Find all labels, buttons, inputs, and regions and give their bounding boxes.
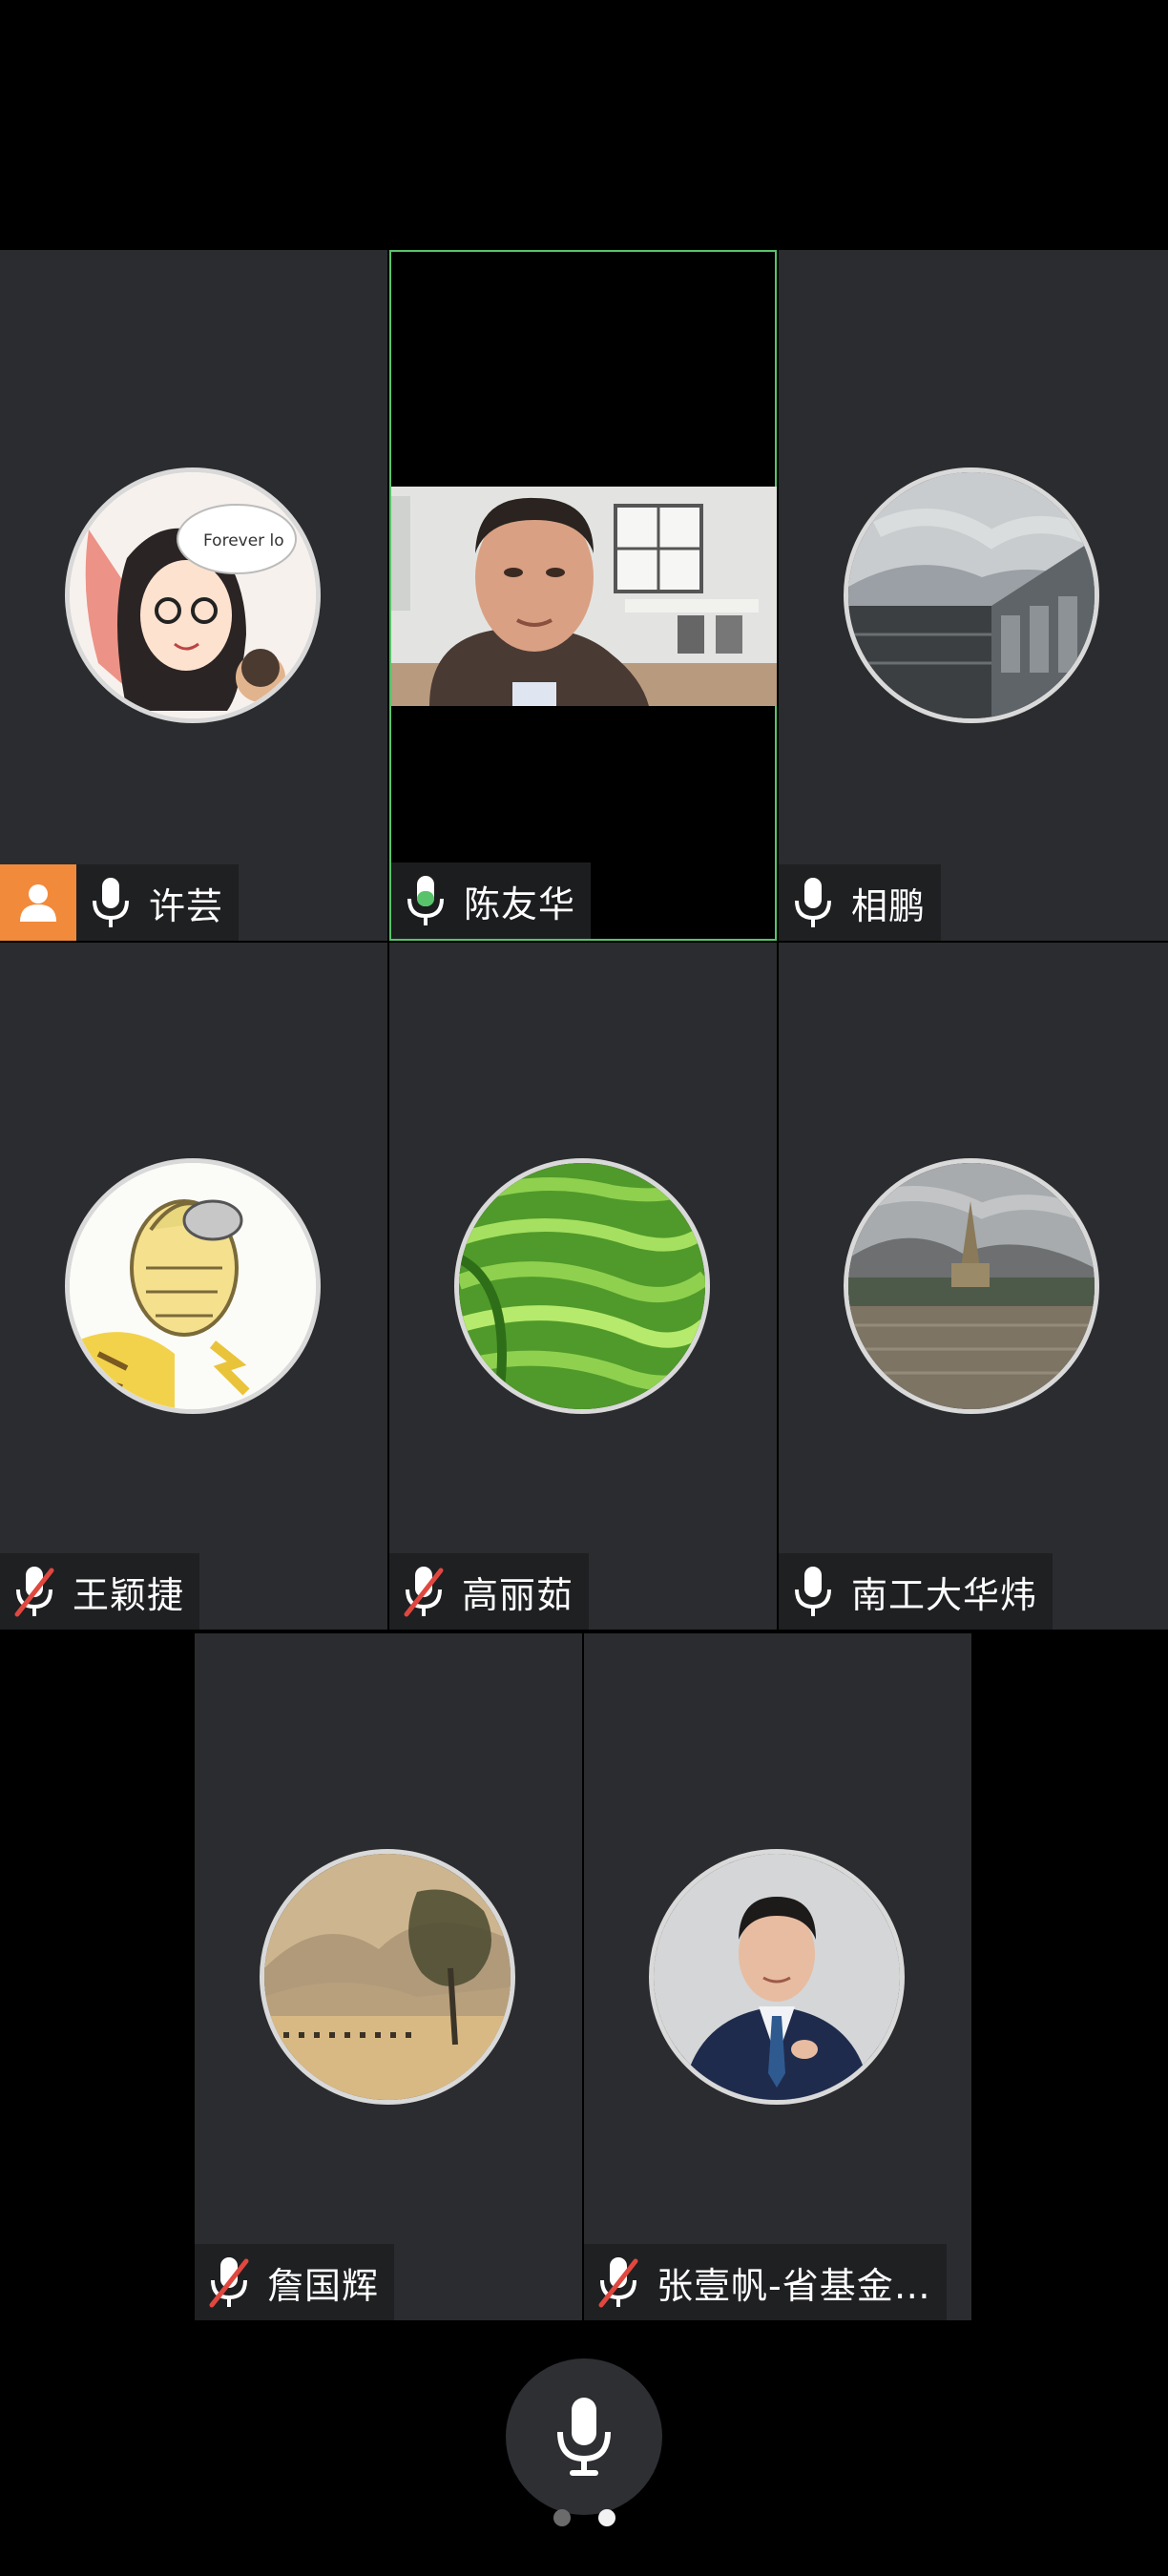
participant-label: 南工大华炜	[779, 1553, 1053, 1630]
participant-name: 陈友华	[464, 883, 576, 925]
avatar	[649, 1849, 905, 2105]
avatar	[260, 1849, 515, 2105]
page-indicator-dot-2[interactable]	[598, 2509, 615, 2526]
avatar: Forever lo	[65, 467, 321, 723]
participant-label: 相鹏	[779, 864, 942, 941]
participant-tile-huawei[interactable]: 南工大华炜	[779, 943, 1168, 1630]
avatar	[454, 1158, 710, 1414]
mic-muted-icon	[14, 1567, 54, 1617]
avatar-bubble-text: Forever lo	[203, 531, 284, 551]
mic-muted-icon	[404, 1567, 444, 1617]
participant-name: 南工大华炜	[851, 1573, 1038, 1616]
participant-label: 高丽茹	[389, 1553, 590, 1630]
mic-icon	[795, 878, 831, 927]
participant-label: 王颖捷	[0, 1553, 200, 1630]
participant-tile-wangyingjie[interactable]: 王颖捷	[0, 943, 387, 1630]
participant-tile-chenyouhua[interactable]: 陈友华	[389, 250, 777, 941]
mic-icon	[795, 1567, 831, 1616]
participant-tile-xiangpeng[interactable]: 相鹏	[779, 250, 1168, 941]
participant-name: 相鹏	[851, 884, 927, 927]
video-feed	[391, 487, 777, 706]
avatar	[65, 1158, 321, 1414]
participant-name: 张壹帆-省基金…	[657, 2264, 931, 2307]
participant-name: 高丽茹	[462, 1573, 574, 1616]
participant-name: 詹国辉	[267, 2264, 380, 2307]
mute-toggle-button[interactable]	[506, 2358, 662, 2515]
participant-label: 陈友华	[391, 862, 592, 939]
participant-tile-zhangyifan[interactable]: 张壹帆-省基金…	[584, 1633, 971, 2320]
participant-label: 张壹帆-省基金…	[584, 2244, 947, 2320]
participant-tile-gaoliru[interactable]: 高丽茹	[389, 943, 777, 1630]
mic-speaking-icon	[407, 876, 444, 925]
host-badge	[0, 864, 76, 941]
participant-name: 王颖捷	[73, 1573, 185, 1616]
avatar	[844, 1158, 1099, 1414]
participant-label: 许芸	[76, 864, 240, 941]
participant-tile-xuyun[interactable]: Forever lo 许芸	[0, 250, 387, 941]
page-indicator-dot-1[interactable]	[553, 2509, 571, 2526]
mic-muted-icon	[598, 2257, 638, 2308]
mic-muted-icon	[209, 2257, 249, 2308]
participant-tile-zhanguohui[interactable]: 詹国辉	[195, 1633, 582, 2320]
microphone-icon	[557, 2398, 611, 2476]
participant-name: 许芸	[149, 884, 224, 927]
mic-icon	[93, 878, 129, 927]
person-icon	[20, 884, 56, 922]
participant-label: 詹国辉	[195, 2244, 395, 2320]
avatar	[844, 467, 1099, 723]
